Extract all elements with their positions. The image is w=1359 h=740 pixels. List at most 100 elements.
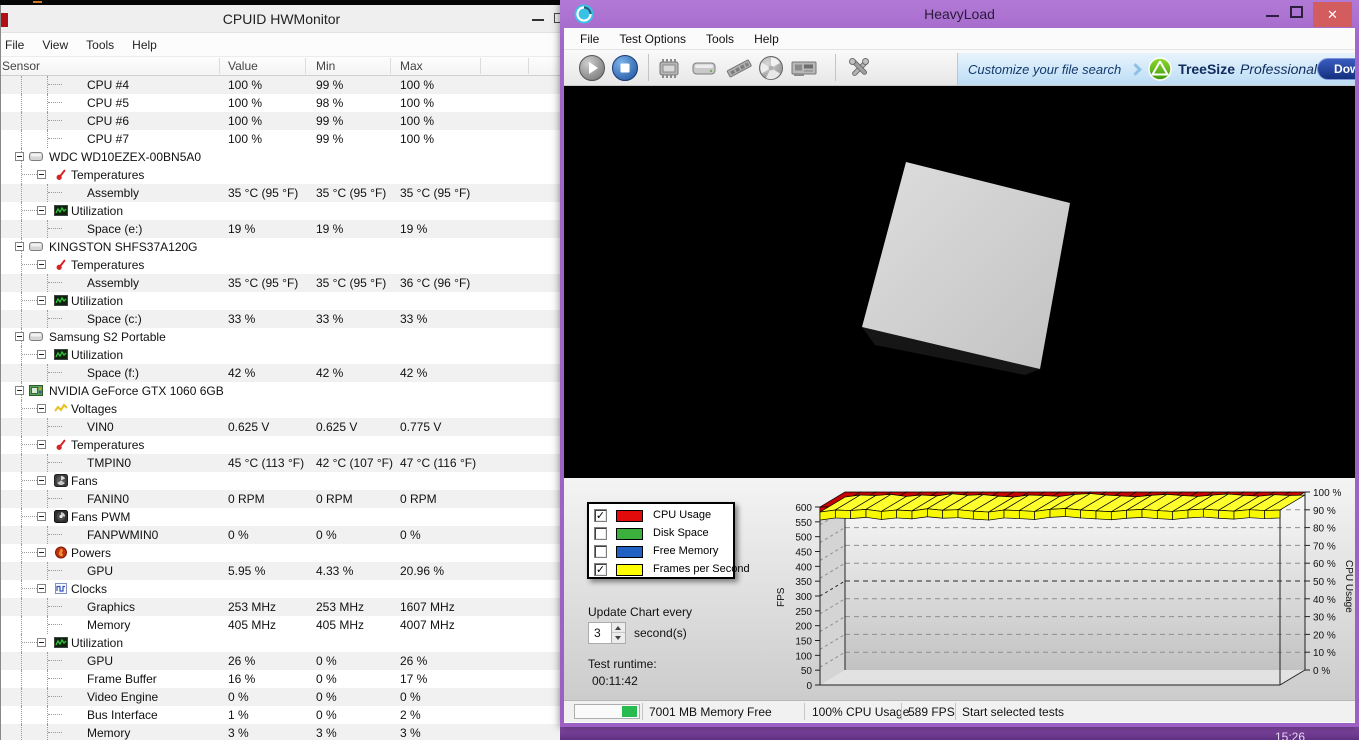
- tree-expander[interactable]: [37, 260, 46, 269]
- spinner-down-button[interactable]: [612, 633, 625, 643]
- table-row[interactable]: Temperatures: [1, 436, 562, 454]
- table-row[interactable]: KINGSTON SHFS37A120G: [1, 238, 562, 256]
- table-row[interactable]: Powers: [1, 544, 562, 562]
- tree-expander[interactable]: [37, 404, 46, 413]
- tree-expander[interactable]: [15, 242, 24, 251]
- table-row[interactable]: CPU #4100 %99 %100 %: [1, 76, 562, 94]
- table-row[interactable]: Temperatures: [1, 256, 562, 274]
- table-row[interactable]: GPU26 %0 %26 %: [1, 652, 562, 670]
- table-row[interactable]: Clocks: [1, 580, 562, 598]
- column-header-value[interactable]: Value: [228, 59, 258, 73]
- menu-item-tools[interactable]: Tools: [77, 34, 123, 56]
- sensor-max: 100 %: [400, 96, 434, 110]
- table-row[interactable]: Space (f:)42 %42 %42 %: [1, 364, 562, 382]
- legend-row-cpu-usage[interactable]: ✓CPU Usage: [593, 507, 733, 525]
- column-header-min[interactable]: Min: [316, 59, 335, 73]
- spinner-up-button[interactable]: [612, 623, 625, 633]
- table-row[interactable]: Assembly35 °C (95 °F)35 °C (95 °F)35 °C …: [1, 184, 562, 202]
- legend-row-frames-per-second[interactable]: ✓Frames per Second: [593, 561, 733, 579]
- table-row[interactable]: VIN00.625 V0.625 V0.775 V: [1, 418, 562, 436]
- table-row[interactable]: Memory3 %3 %3 %: [1, 724, 562, 740]
- table-row[interactable]: Utilization: [1, 202, 562, 220]
- legend-row-free-memory[interactable]: Free Memory: [593, 543, 733, 561]
- table-row[interactable]: Utilization: [1, 292, 562, 310]
- tree-expander[interactable]: [37, 512, 46, 521]
- tree-expander[interactable]: [37, 206, 46, 215]
- close-button[interactable]: ✕: [1313, 2, 1352, 27]
- update-interval-value[interactable]: 3: [588, 622, 612, 644]
- table-row[interactable]: CPU #7100 %99 %100 %: [1, 130, 562, 148]
- table-row[interactable]: NVIDIA GeForce GTX 1060 6GB: [1, 382, 562, 400]
- download-button[interactable]: Download: [1317, 58, 1355, 80]
- column-header-max[interactable]: Max: [400, 59, 423, 73]
- tree-expander[interactable]: [37, 548, 46, 557]
- menu-item-file[interactable]: File: [570, 29, 609, 49]
- table-row[interactable]: FANPWMIN00 %0 %0 %: [1, 526, 562, 544]
- table-row[interactable]: Assembly35 °C (95 °F)35 °C (95 °F)36 °C …: [1, 274, 562, 292]
- tree-guide: [47, 418, 48, 436]
- legend-row-disk-space[interactable]: Disk Space: [593, 525, 733, 543]
- tree-expander[interactable]: [37, 350, 46, 359]
- tree-expander[interactable]: [37, 638, 46, 647]
- checkbox[interactable]: [594, 527, 607, 540]
- table-row[interactable]: CPU #5100 %98 %100 %: [1, 94, 562, 112]
- table-row[interactable]: Video Engine0 %0 %0 %: [1, 688, 562, 706]
- tree-expander[interactable]: [15, 386, 24, 395]
- table-row[interactable]: Fans PWM: [1, 508, 562, 526]
- menu-item-view[interactable]: View: [33, 34, 77, 56]
- table-row[interactable]: Temperatures: [1, 166, 562, 184]
- tree-expander[interactable]: [15, 152, 24, 161]
- table-row[interactable]: Fans: [1, 472, 562, 490]
- volt-icon: [54, 402, 68, 415]
- table-row[interactable]: GPU5.95 %4.33 %20.96 %: [1, 562, 562, 580]
- cpu-test-icon[interactable]: [655, 54, 683, 82]
- tree-guide: [47, 310, 48, 328]
- tree-expander[interactable]: [37, 440, 46, 449]
- menu-item-help[interactable]: Help: [744, 29, 789, 49]
- checkbox[interactable]: [594, 545, 607, 558]
- svg-text:400: 400: [795, 562, 812, 573]
- settings-wrench-icon[interactable]: [845, 54, 873, 82]
- menu-item-help[interactable]: Help: [123, 34, 166, 56]
- update-interval-spinner[interactable]: 3: [588, 622, 626, 644]
- tree-guide: [48, 570, 62, 571]
- minimize-button[interactable]: [532, 19, 544, 21]
- tree-guide: [47, 562, 48, 580]
- table-row[interactable]: Memory405 MHz405 MHz4007 MHz: [1, 616, 562, 634]
- column-header-sensor[interactable]: Sensor: [2, 59, 40, 73]
- table-row[interactable]: TMPIN045 °C (113 °F)42 °C (107 °F)47 °C …: [1, 454, 562, 472]
- tree-guide: [22, 264, 37, 265]
- table-row[interactable]: Space (c:)33 %33 %33 %: [1, 310, 562, 328]
- menu-item-test-options[interactable]: Test Options: [609, 29, 696, 49]
- disk-test-icon[interactable]: [690, 54, 718, 82]
- tree-expander[interactable]: [37, 584, 46, 593]
- maximize-button[interactable]: [1290, 6, 1303, 18]
- tree-expander[interactable]: [37, 170, 46, 179]
- minimize-button[interactable]: [1262, 8, 1284, 22]
- table-row[interactable]: Bus Interface1 %0 %2 %: [1, 706, 562, 724]
- menu-item-tools[interactable]: Tools: [696, 29, 744, 49]
- table-row[interactable]: Utilization: [1, 634, 562, 652]
- tree-expander[interactable]: [37, 476, 46, 485]
- tree-expander[interactable]: [15, 332, 24, 341]
- table-row[interactable]: Graphics253 MHz253 MHz1607 MHz: [1, 598, 562, 616]
- sensor-value: 100 %: [228, 96, 262, 110]
- table-row[interactable]: FANIN00 RPM0 RPM0 RPM: [1, 490, 562, 508]
- fan-test-icon[interactable]: [757, 54, 785, 82]
- table-row[interactable]: Frame Buffer16 %0 %17 %: [1, 670, 562, 688]
- table-row[interactable]: Samsung S2 Portable: [1, 328, 562, 346]
- table-row[interactable]: CPU #6100 %99 %100 %: [1, 112, 562, 130]
- table-row[interactable]: Voltages: [1, 400, 562, 418]
- gpu-test-icon[interactable]: [790, 54, 818, 82]
- tree-expander[interactable]: [37, 296, 46, 305]
- checkbox[interactable]: ✓: [594, 509, 607, 522]
- menu-item-file[interactable]: File: [0, 34, 33, 56]
- table-row[interactable]: WDC WD10EZEX-00BN5A0: [1, 148, 562, 166]
- start-test-button[interactable]: [578, 54, 606, 82]
- table-row[interactable]: Utilization: [1, 346, 562, 364]
- treesize-ad-banner[interactable]: Customize your file search TreeSize Prof…: [957, 53, 1355, 85]
- memory-test-icon[interactable]: [725, 54, 753, 82]
- stop-test-button[interactable]: [611, 54, 639, 82]
- checkbox[interactable]: ✓: [594, 563, 607, 576]
- table-row[interactable]: Space (e:)19 %19 %19 %: [1, 220, 562, 238]
